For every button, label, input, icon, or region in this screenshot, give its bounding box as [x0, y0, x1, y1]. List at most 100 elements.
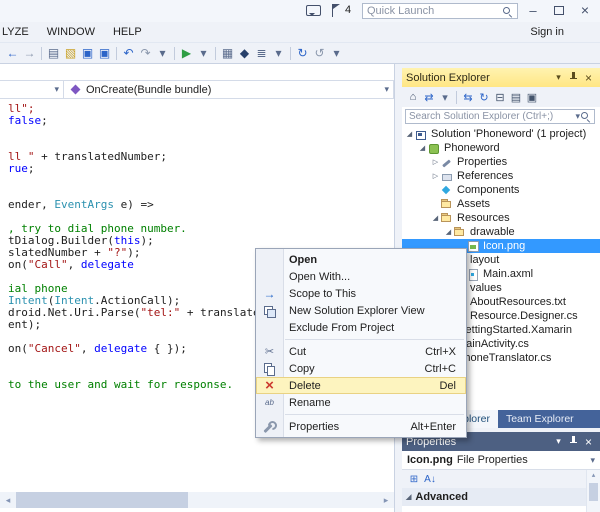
tree-item-drawable[interactable]: drawable: [402, 225, 600, 239]
redo-icon[interactable]: ↷: [137, 46, 154, 60]
horizontal-scrollbar[interactable]: [0, 492, 394, 508]
pin-icon[interactable]: [566, 434, 581, 449]
save-all-icon[interactable]: ▣: [96, 46, 113, 60]
notifications-flag-icon[interactable]: [331, 4, 341, 17]
toolbar-separator: [116, 47, 117, 60]
start-debug-icon[interactable]: ▶: [178, 46, 195, 60]
types-combobox[interactable]: [0, 81, 64, 98]
collapsed-arrow-icon[interactable]: [430, 158, 441, 166]
new-file-icon[interactable]: ▤: [45, 46, 62, 60]
menu-item-new-solution-explorer-view[interactable]: New Solution Explorer View: [256, 302, 466, 319]
object-name: Icon.png: [407, 454, 453, 466]
menu-separator: [285, 339, 464, 340]
views-dropdown-icon[interactable]: ▾: [437, 91, 453, 104]
menu-items: LYZE WINDOW HELP: [0, 26, 158, 38]
refresh-icon[interactable]: ↻: [476, 91, 492, 104]
property-category-advanced[interactable]: Advanced: [402, 488, 586, 506]
tree-item-references[interactable]: References: [402, 169, 600, 183]
menu-item-label: Properties: [289, 421, 339, 433]
collapse-all-icon[interactable]: ⊟: [492, 91, 508, 104]
minimize-button[interactable]: [520, 0, 546, 20]
menu-item-scope-to-this[interactable]: Scope to This: [256, 285, 466, 302]
window-position-icon[interactable]: [551, 434, 566, 449]
solution-explorer-search-input[interactable]: Search Solution Explorer (Ctrl+;): [405, 109, 595, 124]
home-icon[interactable]: ⌂: [405, 91, 421, 103]
tree-item-assets[interactable]: Assets: [402, 197, 600, 211]
menu-item-open[interactable]: Open: [256, 251, 466, 268]
open-file-icon[interactable]: ▧: [62, 46, 79, 60]
sync-icon[interactable]: ↺: [311, 46, 328, 60]
navigate-back-icon[interactable]: ←: [4, 46, 21, 60]
menu-lyze[interactable]: LYZE: [2, 26, 29, 38]
expanded-arrow-icon[interactable]: [443, 228, 454, 236]
folder-icon: [441, 199, 453, 210]
refresh-icon[interactable]: ↻: [294, 46, 311, 60]
scrollbar-thumb[interactable]: [589, 483, 598, 501]
tree-item-solution-phoneword-1-project[interactable]: Solution 'Phoneword' (1 project): [402, 127, 600, 141]
undo-icon[interactable]: ↶: [120, 46, 137, 60]
close-icon[interactable]: [581, 70, 596, 85]
tree-item-components[interactable]: Components: [402, 183, 600, 197]
comment-icon[interactable]: ≣: [253, 46, 270, 60]
more-dropdown-icon[interactable]: ▾: [328, 46, 345, 60]
pin-icon[interactable]: [566, 70, 581, 85]
scroll-left-arrow[interactable]: [0, 492, 16, 508]
menu-window[interactable]: WINDOW: [47, 26, 95, 38]
tree-item-properties[interactable]: Properties: [402, 155, 600, 169]
navigate-forward-icon[interactable]: →: [21, 46, 38, 60]
sync-active-document-icon[interactable]: ⇆: [460, 91, 476, 104]
maximize-button[interactable]: [546, 0, 572, 20]
scrollbar-thumb[interactable]: [16, 492, 188, 508]
start-dropdown-icon[interactable]: ▾: [195, 46, 212, 60]
toolbar-separator: [174, 47, 175, 60]
code-line: [8, 127, 394, 139]
tool-tab-team-explorer[interactable]: Team Explorer: [498, 410, 582, 428]
window-position-icon[interactable]: [551, 70, 566, 85]
save-icon[interactable]: ▣: [79, 46, 96, 60]
menu-item-properties[interactable]: PropertiesAlt+Enter: [256, 418, 466, 435]
close-button[interactable]: [572, 0, 598, 20]
members-combobox[interactable]: OnCreate(Bundle bundle): [64, 81, 394, 98]
bookmark-icon[interactable]: ◆: [236, 46, 253, 60]
properties-grid-area: [402, 506, 586, 512]
scroll-up-arrow[interactable]: [587, 470, 600, 482]
switch-views-icon[interactable]: ⇄: [421, 91, 437, 104]
tree-item-phoneword[interactable]: Phoneword: [402, 141, 600, 155]
tree-item-label: PhoneTranslator.cs: [457, 352, 551, 364]
feedback-icon[interactable]: [306, 5, 321, 16]
comment-dropdown-icon[interactable]: ▾: [270, 46, 287, 60]
collapsed-arrow-icon[interactable]: [430, 172, 441, 180]
code-line: ll " + translatedNumber;: [8, 151, 394, 163]
properties-icon[interactable]: ▣: [524, 91, 540, 104]
scroll-right-arrow[interactable]: [378, 492, 394, 508]
notification-count: 4: [345, 4, 351, 16]
close-icon[interactable]: [581, 434, 596, 449]
undo-dropdown-icon[interactable]: ▾: [154, 46, 171, 60]
tree-item-label: drawable: [470, 226, 515, 238]
properties-object-combobox[interactable]: Icon.png File Properties: [402, 451, 600, 470]
categorized-icon[interactable]: ⊞: [406, 474, 422, 485]
build-icon[interactable]: ▦: [219, 46, 236, 60]
expanded-arrow-icon[interactable]: [404, 130, 415, 138]
tree-item-resources[interactable]: Resources: [402, 211, 600, 225]
menu-item-shortcut: Del: [439, 380, 456, 392]
expanded-arrow-icon[interactable]: [430, 214, 441, 222]
menu-item-label: Copy: [289, 363, 315, 375]
menu-item-delete[interactable]: DeleteDel: [256, 377, 466, 394]
sign-in-button[interactable]: Sign in: [530, 26, 564, 38]
menu-help[interactable]: HELP: [113, 26, 142, 38]
menu-item-cut[interactable]: CutCtrl+X: [256, 343, 466, 360]
menu-item-copy[interactable]: CopyCtrl+C: [256, 360, 466, 377]
show-all-files-icon[interactable]: ▤: [508, 91, 524, 104]
tree-item-label: values: [470, 282, 502, 294]
method-icon: [71, 85, 81, 95]
sort-alphabetical-icon[interactable]: A↓: [422, 474, 438, 485]
tree-item-label: GettingStarted.Xamarin: [457, 324, 572, 336]
quick-launch-input[interactable]: Quick Launch: [362, 3, 518, 19]
expanded-arrow-icon[interactable]: [417, 144, 428, 152]
menu-bar: LYZE WINDOW HELP Sign in: [0, 22, 600, 42]
properties-scrollbar[interactable]: [586, 470, 600, 512]
menu-item-exclude-from-project[interactable]: Exclude From Project: [256, 319, 466, 336]
menu-item-open-with[interactable]: Open With...: [256, 268, 466, 285]
menu-item-rename[interactable]: Rename: [256, 394, 466, 411]
